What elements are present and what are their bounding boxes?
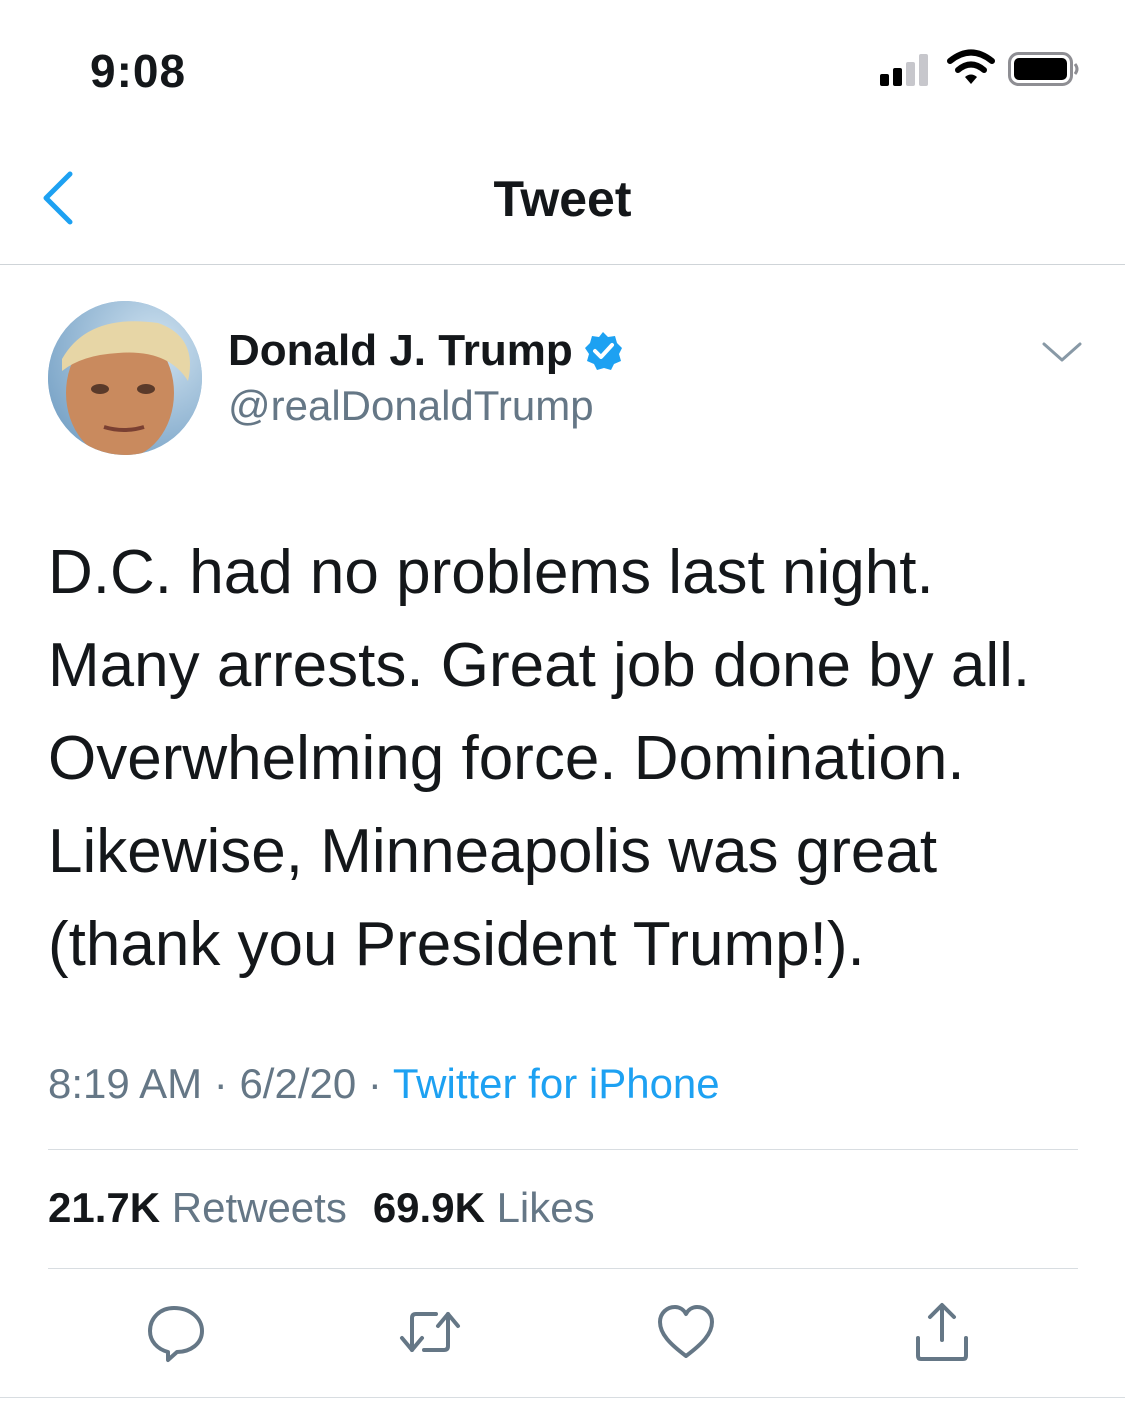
author-handle[interactable]: @realDonaldTrump — [228, 382, 594, 430]
likes-label: Likes — [496, 1184, 595, 1231]
tweet-source-link[interactable]: Twitter for iPhone — [393, 1060, 720, 1107]
meta-separator: · — [367, 1060, 382, 1107]
likes-count: 69.9K — [372, 1184, 485, 1231]
verified-badge-icon — [584, 332, 622, 370]
stats-divider-bottom — [48, 1268, 1078, 1269]
author-name[interactable]: Donald J. Trump — [228, 326, 573, 376]
nav-divider — [0, 264, 1125, 265]
author-name-row: Donald J. Trump — [228, 326, 623, 376]
like-icon[interactable] — [654, 1300, 718, 1364]
chevron-down-icon[interactable] — [1040, 338, 1084, 366]
likes-stat[interactable]: 69.9K Likes — [373, 1184, 595, 1231]
nav-title: Tweet — [493, 171, 632, 227]
tweet-meta: 8:19 AM · 6/2/20 · Twitter for iPhone — [48, 1060, 720, 1108]
tweet-text: D.C. had no problems last night. Many ar… — [48, 538, 1031, 979]
cellular-signal-icon — [880, 52, 936, 86]
stats-divider-top — [48, 1149, 1078, 1150]
tweet-stats: 21.7K Retweets 69.9K Likes — [48, 1184, 595, 1232]
share-icon[interactable] — [910, 1300, 974, 1364]
retweets-count: 21.7K — [48, 1184, 161, 1231]
retweets-label: Retweets — [171, 1184, 347, 1231]
tweet-time: 8:19 AM — [48, 1060, 203, 1107]
retweets-stat[interactable]: 21.7K Retweets — [48, 1184, 347, 1231]
reply-icon[interactable] — [144, 1300, 208, 1364]
avatar[interactable] — [48, 301, 202, 455]
retweet-icon[interactable] — [398, 1300, 462, 1364]
battery-icon — [1008, 52, 1079, 86]
action-bar-divider — [0, 1397, 1125, 1398]
tweet-date: 6/2/20 — [239, 1060, 357, 1107]
status-time: 9:08 — [90, 45, 187, 97]
meta-separator: · — [213, 1060, 228, 1107]
wifi-icon — [947, 49, 995, 84]
